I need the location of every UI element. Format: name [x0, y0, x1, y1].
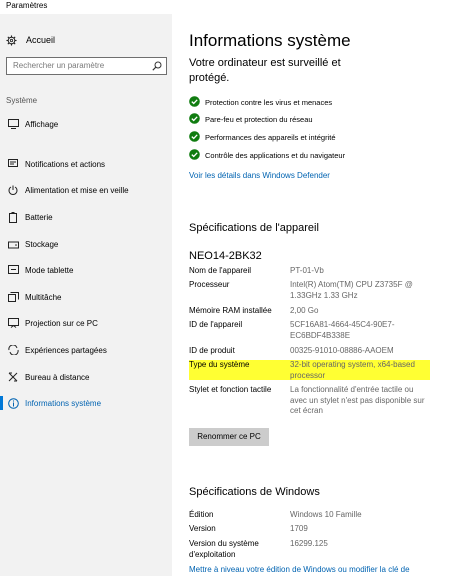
sidebar-item-power[interactable]: Alimentation et mise en veille: [0, 181, 172, 199]
sidebar-item-system-info[interactable]: Informations système: [0, 394, 172, 412]
tablet-icon: [8, 265, 19, 274]
spec-value: Intel(R) Atom(TM) CPU Z3735F @ 1.33GHz 1…: [290, 280, 413, 300]
sidebar-item-label: Alimentation et mise en veille: [25, 185, 129, 195]
spec-value: 5CF16A81-4664-45C4-90E7-EC6BDF4B338E: [290, 320, 395, 340]
sidebar-item-label: Bureau à distance: [25, 372, 90, 382]
sidebar-item-shared[interactable]: Expériences partagées: [0, 341, 172, 359]
spec-value: PT-01-Vb: [290, 266, 324, 275]
sidebar: Accueil Rechercher un paramètre Système …: [0, 14, 172, 576]
sidebar-item-projection[interactable]: Projection sur ce PC: [0, 314, 172, 332]
search-input[interactable]: Rechercher un paramètre: [6, 57, 167, 75]
shared-icon: [8, 345, 19, 355]
spec-value: 00325-91010-08886-AAOEM: [290, 346, 394, 355]
spec-key: Version: [189, 524, 216, 533]
spec-key: Type du système: [189, 360, 250, 369]
spec-key: Processeur: [189, 280, 230, 289]
upgrade-edition-link[interactable]: Mettre à niveau votre édition de Windows…: [189, 565, 474, 574]
sidebar-item-display[interactable]: Affichage: [0, 115, 172, 133]
main-content: Informations système Votre ordinateur es…: [189, 0, 474, 576]
search-placeholder: Rechercher un paramètre: [13, 61, 105, 70]
spec-key: ID de produit: [189, 346, 235, 355]
device-specs-heading: Spécifications de l'appareil: [189, 222, 319, 234]
spec-value: La fonctionnalité d'entrée tactile ou av…: [290, 385, 425, 415]
sidebar-item-label: Informations système: [25, 398, 102, 408]
protection-label: Contrôle des applications et du navigate…: [205, 150, 346, 160]
check-circle-icon: [189, 96, 200, 107]
protection-label: Performances des appareils et intégrité: [205, 132, 336, 142]
multitask-icon: [8, 292, 19, 302]
protection-label: Pare-feu et protection du réseau: [205, 114, 313, 124]
search-icon[interactable]: [152, 61, 162, 71]
spec-key: Nom de l'appareil: [189, 266, 252, 275]
projection-icon: [8, 318, 19, 328]
sidebar-item-notifications[interactable]: Notifications et actions: [0, 155, 172, 173]
spec-key: Édition: [189, 510, 214, 519]
spec-key: Mémoire RAM installée: [189, 306, 272, 315]
spec-value: 1709: [290, 524, 308, 533]
spec-key: Version du système d'exploitation: [189, 539, 259, 559]
group-label: Système: [6, 96, 38, 105]
sidebar-item-storage[interactable]: Stockage: [0, 235, 172, 253]
sidebar-item-label: Batterie: [25, 212, 53, 222]
battery-icon: [9, 211, 17, 223]
rename-pc-button[interactable]: Renommer ce PC: [189, 428, 269, 446]
sidebar-item-multitask[interactable]: Multitâche: [0, 288, 172, 306]
check-circle-icon: [189, 149, 200, 160]
sidebar-item-label: Mode tablette: [25, 265, 74, 275]
power-icon: [8, 185, 18, 195]
defender-details-link[interactable]: Voir les détails dans Windows Defender: [189, 171, 330, 180]
spec-value: 16299.125: [290, 539, 328, 548]
spec-value: 2,00 Go: [290, 306, 319, 315]
device-name: NEO14-2BK32: [189, 250, 262, 262]
display-icon: [8, 119, 19, 129]
spec-value: 32-bit operating system, x64-based proce…: [290, 360, 415, 380]
sidebar-item-battery[interactable]: Batterie: [0, 208, 172, 226]
spec-key: ID de l'appareil: [189, 320, 243, 329]
protection-label: Protection contre les virus et menaces: [205, 97, 333, 107]
sidebar-item-label: Affichage: [25, 119, 59, 129]
page-title: Informations système: [189, 31, 351, 50]
sidebar-item-label: Notifications et actions: [25, 159, 106, 169]
info-icon: [8, 397, 19, 409]
home-label: Accueil: [26, 35, 56, 45]
windows-specs-heading: Spécifications de Windows: [189, 486, 320, 498]
sidebar-item-tablet[interactable]: Mode tablette: [0, 261, 172, 279]
sidebar-item-label: Multitâche: [25, 292, 62, 302]
sidebar-item-remote-desktop[interactable]: Bureau à distance: [0, 368, 172, 386]
spec-value: Windows 10 Famille: [290, 510, 362, 519]
sidebar-item-label: Expériences partagées: [25, 345, 107, 355]
active-indicator: [0, 396, 3, 410]
check-circle-icon: [189, 113, 200, 124]
spec-key: Stylet et fonction tactile: [189, 385, 272, 394]
sidebar-item-label: Projection sur ce PC: [25, 318, 98, 328]
notifications-icon: [8, 159, 18, 167]
storage-icon: [8, 241, 19, 248]
sidebar-item-label: Stockage: [25, 239, 59, 249]
home-link[interactable]: Accueil: [6, 32, 55, 48]
remote-desktop-icon: [8, 372, 18, 382]
check-circle-icon: [189, 131, 200, 142]
gear-icon: [6, 34, 17, 46]
monitor-status-text: Votre ordinateur est surveillé et protég…: [189, 57, 341, 84]
